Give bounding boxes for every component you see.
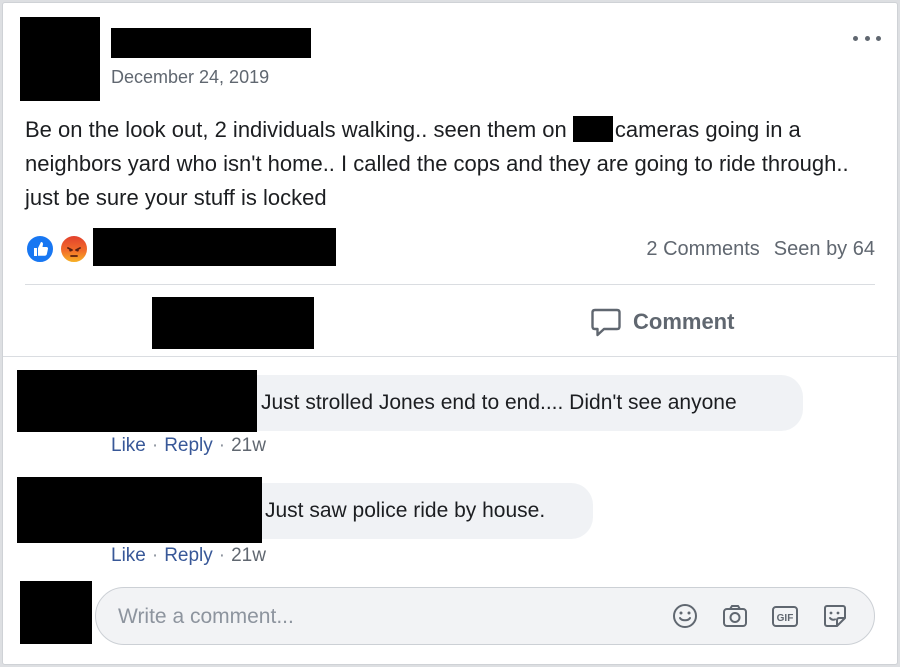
post-card: December 24, 2019 Be on the look out, 2 … [2, 2, 898, 665]
svg-text:GIF: GIF [777, 613, 794, 624]
comment-button[interactable]: Comment [589, 304, 734, 340]
comment-input[interactable] [116, 588, 640, 646]
more-options-icon[interactable] [851, 29, 883, 47]
like-reaction-icon [25, 234, 55, 264]
current-user-avatar-redacted [20, 581, 92, 644]
post-counts: 2 Comments Seen by 64 [646, 238, 875, 261]
separator: · [151, 545, 159, 566]
reply-link[interactable]: Reply [164, 435, 213, 457]
like-link[interactable]: Like [111, 545, 146, 567]
comments-count[interactable]: 2 Comments [646, 238, 759, 261]
seen-by-count[interactable]: Seen by 64 [774, 238, 875, 261]
post-date[interactable]: December 24, 2019 [111, 67, 269, 88]
separator: · [151, 435, 159, 456]
comment-bubble: Just saw police ride by house. [239, 483, 593, 539]
comment-actions: Like · Reply · 21w [111, 435, 266, 457]
commenter-redacted[interactable] [17, 477, 262, 543]
separator: · [218, 545, 226, 566]
gif-icon[interactable]: GIF [770, 601, 800, 631]
comment-icon [591, 308, 621, 337]
separator: · [218, 435, 226, 456]
comment-time[interactable]: 21w [231, 545, 266, 567]
like-link[interactable]: Like [111, 435, 146, 457]
divider [25, 284, 875, 285]
redacted-inline [572, 116, 613, 142]
comment-composer[interactable]: GIF [95, 587, 875, 646]
commenter-redacted[interactable] [17, 370, 257, 432]
post-text: Be on the look out, 2 individuals walkin… [25, 113, 885, 215]
camera-icon[interactable] [720, 601, 750, 631]
comment-time[interactable]: 21w [231, 435, 266, 457]
reactors-names-redacted[interactable] [93, 228, 336, 266]
emoji-icon[interactable] [670, 601, 700, 631]
sticker-icon[interactable] [820, 601, 850, 631]
author-name-redacted[interactable] [111, 28, 311, 58]
author-avatar-redacted[interactable] [20, 17, 100, 101]
angry-reaction-icon [59, 234, 89, 264]
comment-actions: Like · Reply · 21w [111, 545, 266, 567]
post-text-part-1: Be on the look out, 2 individuals walkin… [25, 117, 573, 142]
comment-text: Just strolled Jones end to end.... Didn'… [261, 391, 737, 414]
divider [3, 356, 897, 357]
comment-button-label: Comment [633, 309, 735, 334]
comment-bubble: Just strolled Jones end to end.... Didn'… [233, 375, 803, 431]
reactions[interactable] [25, 234, 95, 266]
reply-link[interactable]: Reply [164, 545, 213, 567]
comment-text: Just saw police ride by house. [265, 499, 546, 522]
action-button-redacted[interactable] [152, 297, 314, 349]
